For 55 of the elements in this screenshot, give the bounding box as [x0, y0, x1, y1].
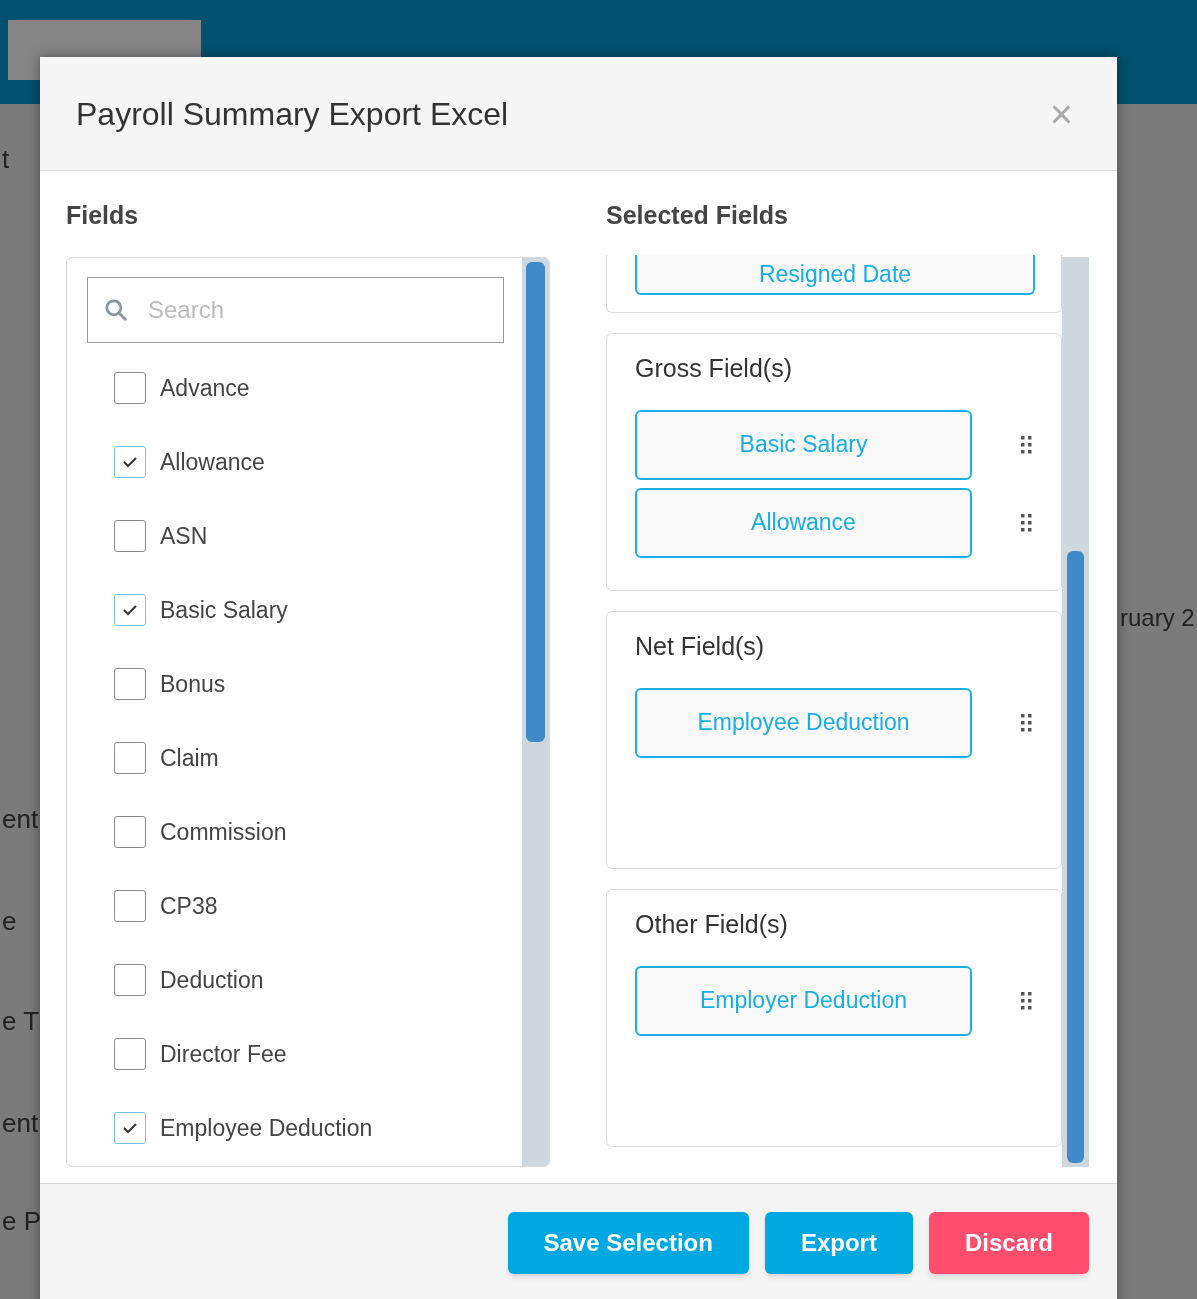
- field-label: Deduction: [160, 965, 264, 995]
- dialog-button[interactable]: Export: [764, 1212, 913, 1274]
- field-label: Commission: [160, 817, 287, 847]
- field-chip[interactable]: Resigned Date: [635, 255, 1035, 295]
- scrollbar-thumb[interactable]: [526, 262, 545, 742]
- group-title: Net Field(s): [635, 631, 766, 662]
- checkbox[interactable]: [114, 520, 146, 552]
- background-text: e P: [2, 1205, 42, 1238]
- check-icon: [122, 604, 138, 616]
- field-label: ASN: [160, 521, 208, 551]
- search-field[interactable]: Search: [87, 277, 504, 343]
- field-label: Employee Deduction: [160, 1113, 373, 1143]
- field-chip[interactable]: Employee Deduction: [635, 687, 972, 758]
- field-label: Director Fee: [160, 1039, 287, 1069]
- checkbox[interactable]: [114, 1112, 146, 1144]
- search-icon: [103, 297, 129, 323]
- field-chip[interactable]: Employer Deduction: [635, 965, 972, 1036]
- background-text: t: [2, 143, 10, 176]
- group-title: Gross Field(s): [635, 353, 793, 384]
- checkbox[interactable]: [114, 372, 146, 404]
- group-title: Other Field(s): [635, 909, 789, 940]
- field-label: CP38: [160, 891, 218, 921]
- close-button[interactable]: ×: [1049, 93, 1073, 134]
- background-text: ruary 2: [1120, 603, 1195, 633]
- section-heading: Fields: [66, 200, 140, 231]
- checkbox[interactable]: [114, 668, 146, 700]
- dialog-button[interactable]: Save Selection: [507, 1212, 749, 1274]
- field-label: Basic Salary: [160, 595, 288, 625]
- field-label: Advance: [160, 373, 250, 403]
- field-label: Claim: [160, 743, 219, 773]
- field-chip[interactable]: Basic Salary: [635, 409, 972, 480]
- checkbox[interactable]: [114, 816, 146, 848]
- drag-handle-icon[interactable]: [1020, 712, 1032, 733]
- checkbox[interactable]: [114, 964, 146, 996]
- background-text: e: [2, 905, 17, 938]
- background-text: ent: [2, 803, 39, 836]
- field-label: Bonus: [160, 669, 226, 699]
- field-chip[interactable]: Allowance: [635, 487, 972, 558]
- background-text: e T: [2, 1005, 40, 1038]
- background-text: ent: [2, 1107, 39, 1140]
- drag-handle-icon[interactable]: [1020, 434, 1032, 455]
- checkbox[interactable]: [114, 446, 146, 478]
- drag-handle-icon[interactable]: [1020, 512, 1032, 533]
- dialog-button[interactable]: Discard: [928, 1212, 1089, 1274]
- checkbox[interactable]: [114, 742, 146, 774]
- check-icon: [122, 456, 138, 468]
- check-icon: [122, 1122, 138, 1134]
- section-heading: Selected Fields: [606, 200, 790, 231]
- field-label: Allowance: [160, 447, 265, 477]
- drag-handle-icon[interactable]: [1020, 990, 1032, 1011]
- checkbox[interactable]: [114, 890, 146, 922]
- checkbox[interactable]: [114, 1038, 146, 1070]
- checkbox[interactable]: [114, 594, 146, 626]
- scrollbar-thumb[interactable]: [1067, 551, 1084, 1163]
- dialog-title: Payroll Summary Export Excel: [76, 94, 509, 134]
